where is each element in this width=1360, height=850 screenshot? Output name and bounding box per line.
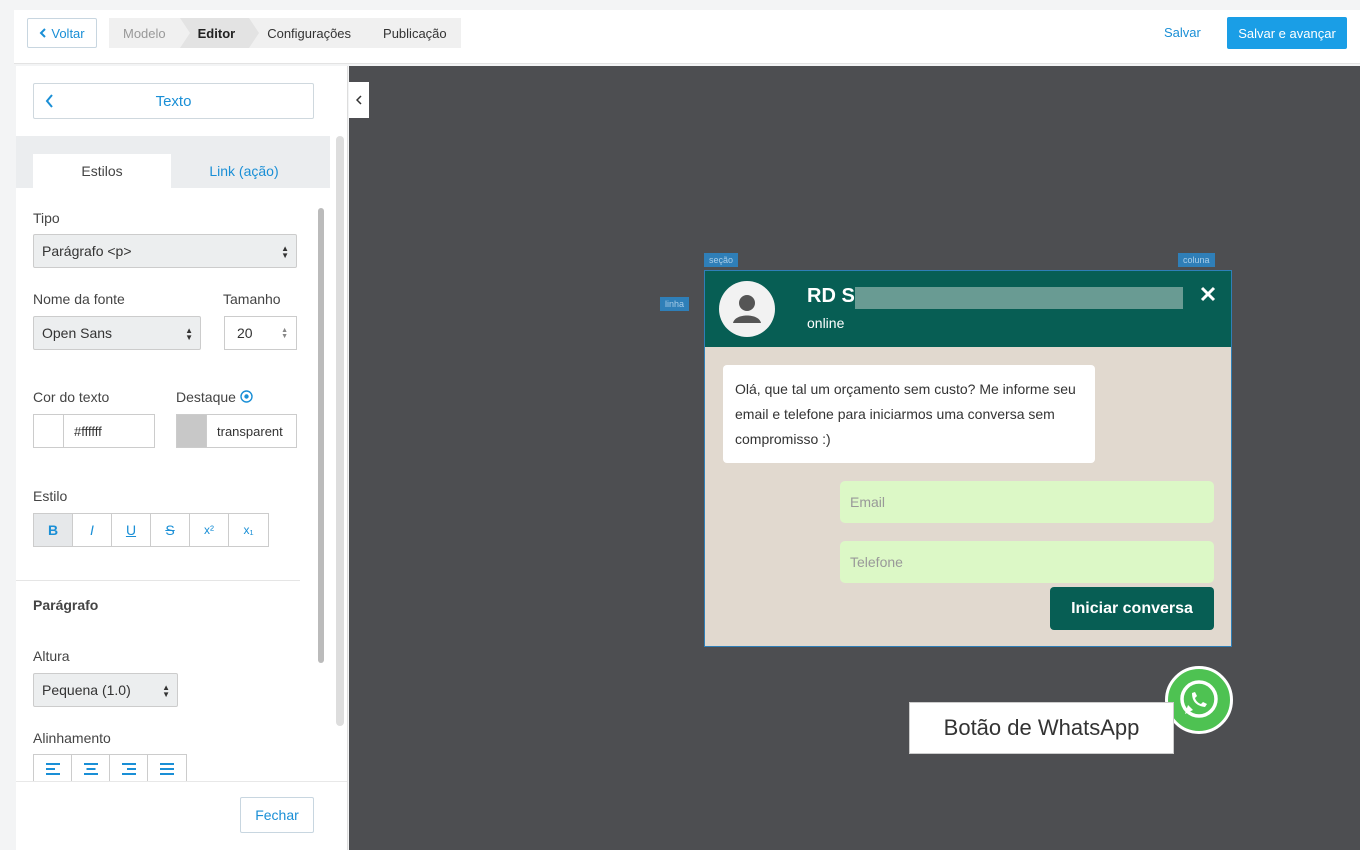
underline-button[interactable]: U xyxy=(112,514,151,546)
step-modelo[interactable]: Modelo xyxy=(109,18,190,48)
subscript-button[interactable]: x₁ xyxy=(229,514,268,546)
alinhamento-label: Alinhamento xyxy=(33,730,111,746)
subscript-icon: x₁ xyxy=(243,523,254,537)
tamanho-label: Tamanho xyxy=(223,291,281,307)
save-and-next-button[interactable]: Salvar e avançar xyxy=(1227,17,1347,49)
highlight-color-picker[interactable]: transparent xyxy=(176,414,297,448)
destaque-label-wrap: Destaque xyxy=(176,389,253,405)
whatsapp-chat-widget: RD S online Olá, que tal um orçamento se… xyxy=(704,270,1232,647)
whatsapp-icon xyxy=(1180,680,1218,718)
highlight-color-value: transparent xyxy=(217,423,283,439)
align-center-button[interactable] xyxy=(72,755,110,783)
select-arrows-icon: ▲ ▼ xyxy=(281,244,289,260)
scrollbar-thumb[interactable] xyxy=(318,208,324,663)
info-circle-icon[interactable] xyxy=(240,390,253,403)
chat-contact-name: RD S xyxy=(807,285,855,307)
paragrafo-heading: Parágrafo xyxy=(33,597,99,613)
align-right-icon xyxy=(121,763,136,775)
align-center-icon xyxy=(83,763,98,775)
panel-title: Texto xyxy=(155,92,192,110)
tipo-value: Parágrafo <p> xyxy=(42,243,132,259)
text-style-buttons: B I U S x² x₁ xyxy=(33,513,269,547)
text-color-value: #ffffff xyxy=(74,423,102,439)
chat-message-bubble: Olá, que tal um orçamento sem custo? Me … xyxy=(723,365,1095,463)
fonte-label: Nome da fonte xyxy=(33,291,125,307)
align-right-button[interactable] xyxy=(110,755,148,783)
select-arrows-icon: ▲ ▼ xyxy=(185,326,193,342)
align-left-icon xyxy=(45,763,60,775)
email-input[interactable]: Email xyxy=(840,481,1214,523)
underline-icon: U xyxy=(125,522,137,538)
color-swatch[interactable] xyxy=(177,415,207,447)
strikethrough-button[interactable]: S xyxy=(151,514,190,546)
close-icon[interactable] xyxy=(1197,283,1219,305)
row-tag[interactable]: linha xyxy=(660,297,690,311)
back-button[interactable]: Voltar xyxy=(27,18,97,48)
scrollbar-track[interactable] xyxy=(336,136,344,726)
tamanho-value: 20 xyxy=(237,325,253,341)
tamanho-input[interactable]: 20 ▲ ▼ xyxy=(224,316,297,350)
align-left-button[interactable] xyxy=(34,755,72,783)
italic-icon: I xyxy=(90,522,94,538)
align-justify-button[interactable] xyxy=(148,755,186,783)
strikethrough-icon: S xyxy=(165,522,175,538)
superscript-icon: x² xyxy=(204,523,214,537)
bold-icon: B xyxy=(47,522,59,538)
altura-label: Altura xyxy=(33,648,70,664)
altura-select[interactable]: Pequena (1.0) ▲ ▼ xyxy=(33,673,178,707)
estilo-label: Estilo xyxy=(33,488,68,504)
tab-estilos[interactable]: Estilos xyxy=(33,154,171,188)
chevron-left-icon xyxy=(356,95,362,105)
redacted-name-blur xyxy=(855,287,1183,309)
superscript-button[interactable]: x² xyxy=(190,514,229,546)
close-button[interactable]: Fechar xyxy=(240,797,314,833)
bold-button[interactable]: B xyxy=(34,514,73,546)
tab-bar: Estilos Link (ação) xyxy=(16,136,330,188)
top-bar: Voltar Modelo Editor Configurações Publi… xyxy=(14,10,1360,64)
chevron-left-icon xyxy=(45,94,53,108)
italic-button[interactable]: I xyxy=(73,514,112,546)
collapse-sidebar-button[interactable] xyxy=(349,82,369,118)
panel-back-button[interactable]: Texto xyxy=(33,83,314,119)
editor-sidebar: Texto Estilos Link (ação) Tipo Parágrafo… xyxy=(16,66,348,850)
whatsapp-tooltip: Botão de WhatsApp xyxy=(909,702,1174,754)
avatar xyxy=(719,281,775,337)
step-editor[interactable]: Editor xyxy=(179,18,259,48)
chat-status: online xyxy=(807,315,845,331)
whatsapp-button[interactable] xyxy=(1165,666,1233,734)
align-justify-icon xyxy=(160,763,174,775)
editor-canvas: seção coluna linha RD S online Olá, que … xyxy=(349,66,1360,850)
user-avatar-icon xyxy=(733,295,761,323)
cor-label: Cor do texto xyxy=(33,389,110,405)
back-label: Voltar xyxy=(51,25,85,41)
phone-input[interactable]: Telefone xyxy=(840,541,1214,583)
step-configuracoes[interactable]: Configurações xyxy=(249,18,366,48)
tab-link-acao[interactable]: Link (ação) xyxy=(174,154,314,188)
fonte-select[interactable]: Open Sans ▲ ▼ xyxy=(33,316,201,350)
section-divider xyxy=(16,580,300,581)
tipo-select[interactable]: Parágrafo <p> ▲ ▼ xyxy=(33,234,297,268)
altura-value: Pequena (1.0) xyxy=(42,682,131,698)
text-color-picker[interactable]: #ffffff xyxy=(33,414,155,448)
step-wizard: Modelo Editor Configurações Publicação xyxy=(109,18,461,48)
chevron-left-icon xyxy=(39,28,47,38)
step-publicacao[interactable]: Publicação xyxy=(365,18,461,48)
column-tag[interactable]: coluna xyxy=(1178,253,1215,267)
select-arrows-icon: ▲ ▼ xyxy=(162,683,170,699)
stepper-arrows-icon[interactable]: ▲ ▼ xyxy=(281,327,288,340)
destaque-label: Destaque xyxy=(176,389,236,405)
fonte-value: Open Sans xyxy=(42,325,113,341)
section-tag[interactable]: seção xyxy=(704,253,739,267)
chat-header: RD S online xyxy=(705,271,1231,347)
save-link[interactable]: Salvar xyxy=(1164,25,1201,40)
tipo-label: Tipo xyxy=(33,210,60,226)
color-swatch[interactable] xyxy=(34,415,64,447)
alignment-buttons xyxy=(33,754,187,784)
start-chat-button[interactable]: Iniciar conversa xyxy=(1050,587,1214,630)
